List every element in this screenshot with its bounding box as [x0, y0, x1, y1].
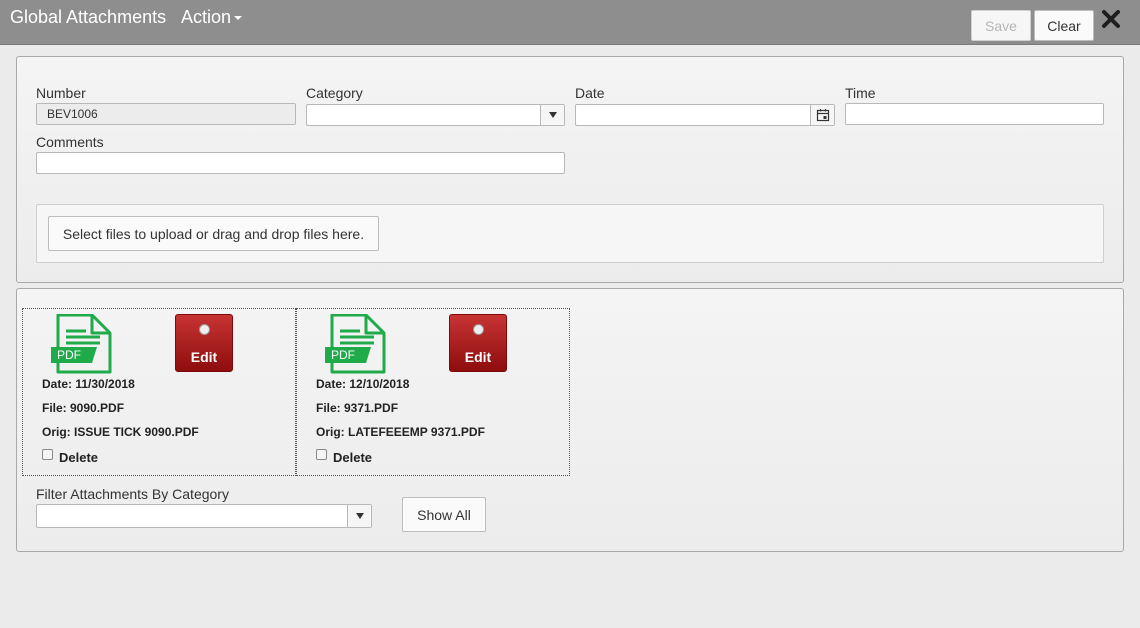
save-button[interactable]: Save	[971, 10, 1031, 41]
attachment-date: Date: 11/30/2018	[42, 377, 135, 391]
calendar-icon[interactable]	[810, 105, 834, 125]
attachment-date: Date: 12/10/2018	[316, 377, 410, 391]
number-label: Number	[36, 85, 86, 101]
edit-button[interactable]: Edit	[175, 314, 233, 372]
comments-label: Comments	[36, 134, 104, 150]
delete-checkbox[interactable]	[316, 449, 327, 460]
attachment-file: File: 9090.PDF	[42, 401, 125, 415]
time-label: Time	[845, 85, 876, 101]
action-menu[interactable]: Action	[181, 7, 243, 28]
dropdown-arrow-icon[interactable]	[540, 105, 564, 125]
edit-button-label: Edit	[190, 349, 218, 365]
attachment-orig: Orig: LATEFEEEMP 9371.PDF	[316, 425, 485, 439]
close-icon[interactable]	[1101, 8, 1121, 30]
pdf-file-icon[interactable]: PDF	[50, 313, 112, 377]
attachment-card: PDF Edit Date: 11/30/2018 File: 9090.PDF…	[22, 308, 296, 476]
action-menu-label: Action	[181, 7, 232, 27]
edit-button[interactable]: Edit	[449, 314, 507, 372]
date-field[interactable]	[575, 104, 835, 126]
show-all-button[interactable]: Show All	[402, 497, 486, 532]
select-files-button[interactable]: Select files to upload or drag and drop …	[48, 216, 379, 251]
caret-down-icon	[234, 16, 243, 21]
filter-category-select[interactable]	[36, 504, 372, 528]
attachment-orig: Orig: ISSUE TICK 9090.PDF	[42, 425, 199, 439]
category-label: Category	[306, 85, 363, 101]
title-bar: Global Attachments Action Save Clear	[0, 0, 1140, 45]
delete-label: Delete	[59, 450, 99, 465]
edit-button-label: Edit	[464, 349, 492, 365]
attachment-file: File: 9371.PDF	[316, 401, 399, 415]
time-field[interactable]	[845, 103, 1104, 125]
pdf-icon-text: PDF	[331, 348, 355, 362]
dropdown-arrow-icon[interactable]	[347, 505, 371, 527]
category-select[interactable]	[306, 104, 565, 126]
pdf-file-icon[interactable]: PDF	[324, 313, 386, 377]
pdf-icon-text: PDF	[57, 348, 81, 362]
pin-icon	[473, 324, 484, 335]
delete-checkbox[interactable]	[42, 449, 53, 460]
clear-button[interactable]: Clear	[1034, 10, 1094, 41]
window-title: Global Attachments	[10, 7, 167, 27]
date-label: Date	[575, 85, 605, 101]
delete-label: Delete	[333, 450, 373, 465]
attachment-card: PDF Edit Date: 12/10/2018 File: 9371.PDF…	[296, 308, 570, 476]
comments-field[interactable]	[36, 152, 565, 174]
filter-label: Filter Attachments By Category	[36, 486, 229, 502]
number-field: BEV1006	[36, 103, 296, 125]
pin-icon	[199, 324, 210, 335]
